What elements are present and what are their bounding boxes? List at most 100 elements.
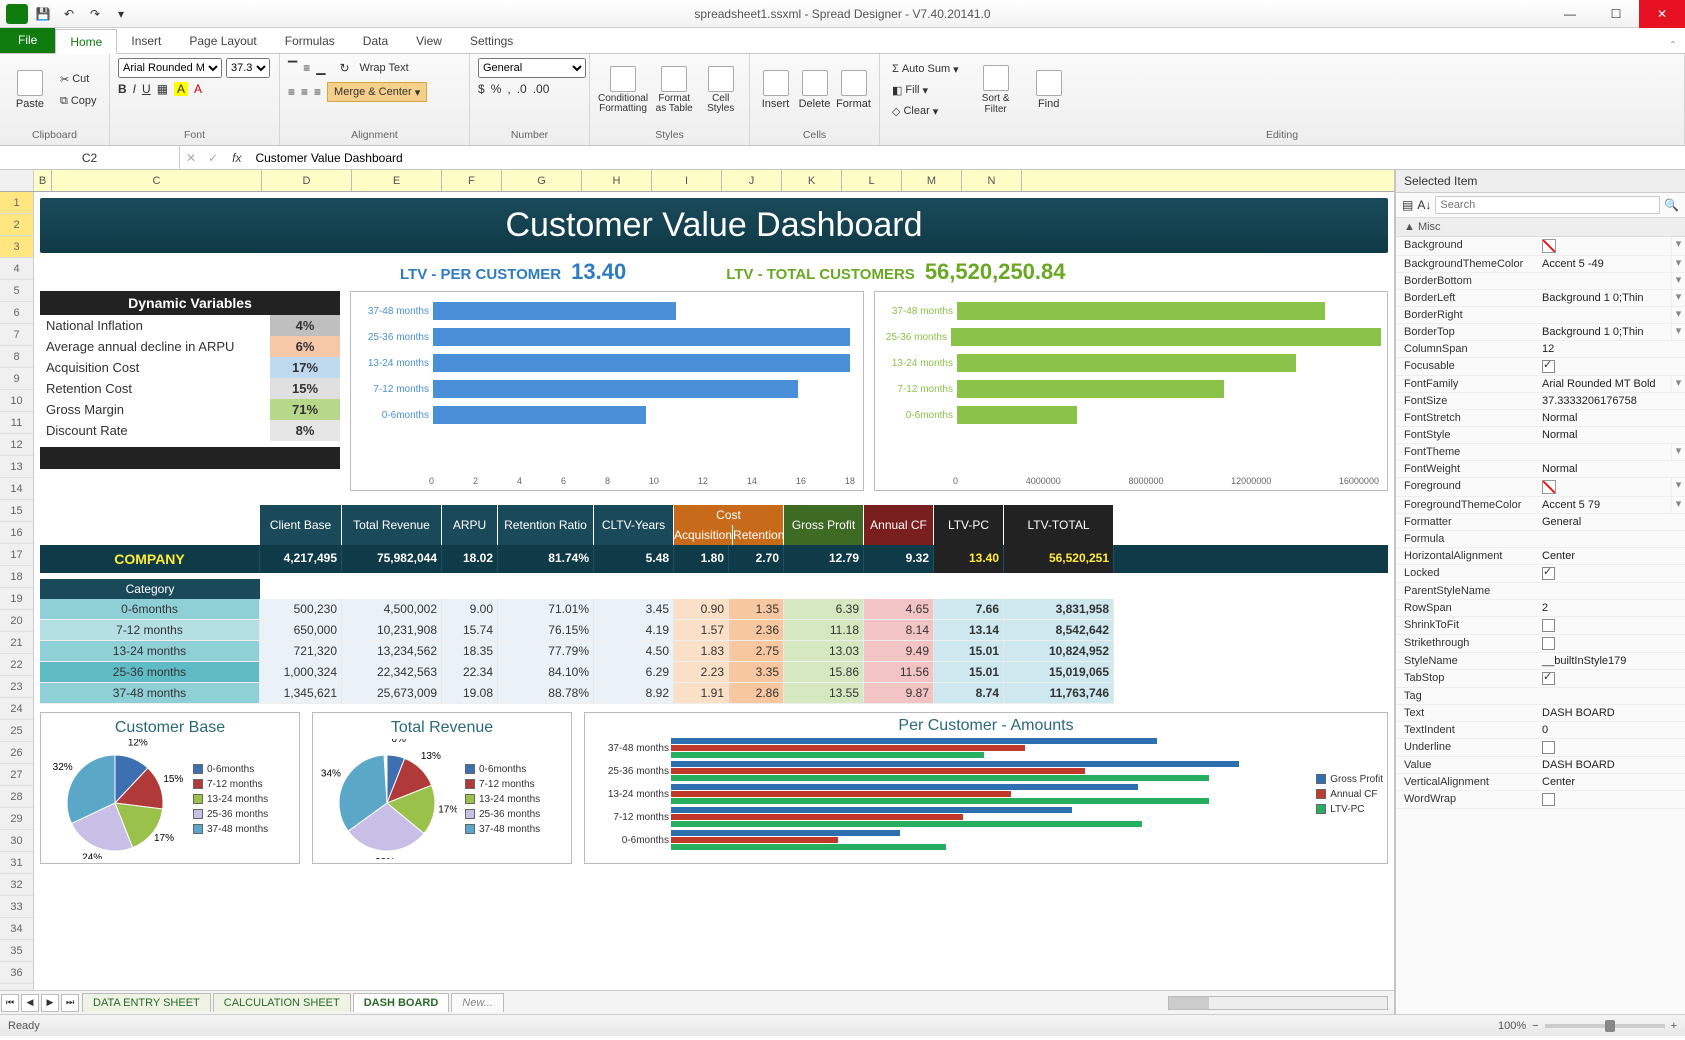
row-header-15[interactable]: 15 bbox=[0, 500, 33, 522]
font-family-combo[interactable]: Arial Rounded M bbox=[118, 58, 222, 78]
property-row[interactable]: BorderRight▾ bbox=[1396, 307, 1685, 324]
property-row[interactable]: Strikethrough bbox=[1396, 635, 1685, 653]
property-row[interactable]: Underline bbox=[1396, 739, 1685, 757]
cancel-formula-icon[interactable]: ✕ bbox=[180, 151, 202, 165]
property-row[interactable]: FontWeightNormal bbox=[1396, 461, 1685, 478]
row-header-2[interactable]: 2 bbox=[0, 214, 33, 236]
align-top-button[interactable]: ▔ bbox=[288, 61, 297, 75]
currency-button[interactable]: $ bbox=[478, 82, 485, 96]
row-header-17[interactable]: 17 bbox=[0, 544, 33, 566]
merge-center-button[interactable]: Merge & Center ▾ bbox=[327, 82, 427, 102]
row-header-36[interactable]: 36 bbox=[0, 962, 33, 984]
row-header-5[interactable]: 5 bbox=[0, 280, 33, 302]
number-format-combo[interactable]: General bbox=[478, 58, 586, 78]
property-row[interactable]: FontSize37.3333206176758 bbox=[1396, 393, 1685, 410]
property-row[interactable]: Formula bbox=[1396, 531, 1685, 548]
autosum-button[interactable]: Σ Auto Sum ▾ bbox=[888, 59, 963, 79]
align-center-button[interactable]: ≡ bbox=[301, 85, 308, 99]
maximize-button[interactable]: ☐ bbox=[1593, 0, 1639, 28]
property-row[interactable]: ValueDASH BOARD bbox=[1396, 757, 1685, 774]
property-row[interactable]: RowSpan2 bbox=[1396, 600, 1685, 617]
property-row[interactable]: FormatterGeneral bbox=[1396, 514, 1685, 531]
qat-save-icon[interactable]: 💾 bbox=[32, 4, 54, 24]
property-row[interactable]: ColumnSpan12 bbox=[1396, 341, 1685, 358]
column-header-F[interactable]: F bbox=[442, 170, 502, 191]
property-row[interactable]: TabStop bbox=[1396, 670, 1685, 688]
property-search-input[interactable] bbox=[1435, 196, 1660, 214]
fill-color-button[interactable]: A bbox=[174, 82, 188, 96]
find-button[interactable]: Find bbox=[1029, 58, 1069, 122]
property-row[interactable]: VerticalAlignmentCenter bbox=[1396, 774, 1685, 791]
row-header-14[interactable]: 14 bbox=[0, 478, 33, 500]
row-header-26[interactable]: 26 bbox=[0, 742, 33, 764]
row-header-33[interactable]: 33 bbox=[0, 896, 33, 918]
italic-button[interactable]: I bbox=[133, 82, 136, 96]
row-header-30[interactable]: 30 bbox=[0, 830, 33, 852]
row-header-31[interactable]: 31 bbox=[0, 852, 33, 874]
font-color-button[interactable]: A bbox=[194, 82, 202, 96]
insert-button[interactable]: Insert bbox=[758, 58, 793, 122]
row-header-32[interactable]: 32 bbox=[0, 874, 33, 896]
row-header-11[interactable]: 11 bbox=[0, 412, 33, 434]
zoom-out-button[interactable]: − bbox=[1532, 1020, 1538, 1032]
property-row[interactable]: Foreground▾ bbox=[1396, 478, 1685, 497]
property-row[interactable]: ShrinkToFit bbox=[1396, 617, 1685, 635]
row-header-34[interactable]: 34 bbox=[0, 918, 33, 940]
column-header-H[interactable]: H bbox=[582, 170, 652, 191]
column-header-N[interactable]: N bbox=[962, 170, 1022, 191]
tab-nav-last[interactable]: ⏭ bbox=[61, 994, 79, 1012]
property-row[interactable]: Focusable bbox=[1396, 358, 1685, 376]
new-sheet-tab[interactable]: New... bbox=[451, 993, 504, 1012]
select-all-corner[interactable] bbox=[0, 170, 34, 191]
tab-nav-prev[interactable]: ◀ bbox=[21, 994, 39, 1012]
column-header-K[interactable]: K bbox=[782, 170, 842, 191]
format-button[interactable]: Format bbox=[836, 58, 871, 122]
row-header-27[interactable]: 27 bbox=[0, 764, 33, 786]
align-right-button[interactable]: ≡ bbox=[314, 85, 321, 99]
property-row[interactable]: BorderTopBackground 1 0;Thin▾ bbox=[1396, 324, 1685, 341]
bold-button[interactable]: B bbox=[118, 82, 127, 96]
column-header-I[interactable]: I bbox=[652, 170, 722, 191]
cut-button[interactable]: ✂Cut bbox=[56, 69, 101, 89]
property-row[interactable]: ForegroundThemeColorAccent 5 79▾ bbox=[1396, 497, 1685, 514]
row-header-29[interactable]: 29 bbox=[0, 808, 33, 830]
wrap-text-button[interactable]: Wrap Text bbox=[356, 58, 413, 78]
copy-button[interactable]: ⧉Copy bbox=[56, 91, 101, 111]
align-middle-button[interactable]: ≡ bbox=[303, 61, 310, 75]
ribbon-tab-view[interactable]: View bbox=[402, 29, 456, 53]
ribbon-tab-insert[interactable]: Insert bbox=[117, 29, 175, 53]
row-header-1[interactable]: 1 bbox=[0, 192, 33, 214]
row-header-3[interactable]: 3 bbox=[0, 236, 33, 258]
column-header-L[interactable]: L bbox=[842, 170, 902, 191]
sheet-tab[interactable]: CALCULATION SHEET bbox=[213, 993, 351, 1012]
zoom-in-button[interactable]: + bbox=[1671, 1020, 1677, 1032]
decrease-decimal-button[interactable]: .00 bbox=[533, 82, 550, 96]
tab-nav-next[interactable]: ▶ bbox=[41, 994, 59, 1012]
fill-button[interactable]: ◧ Fill ▾ bbox=[888, 80, 963, 100]
row-header-9[interactable]: 9 bbox=[0, 368, 33, 390]
property-row[interactable]: Locked bbox=[1396, 565, 1685, 583]
ribbon-collapse-icon[interactable]: ˆ bbox=[1661, 39, 1685, 53]
qat-dropdown-icon[interactable]: ▾ bbox=[110, 4, 132, 24]
property-row[interactable]: ParentStyleName bbox=[1396, 583, 1685, 600]
property-row[interactable]: FontStyleNormal bbox=[1396, 427, 1685, 444]
row-header-19[interactable]: 19 bbox=[0, 588, 33, 610]
increase-decimal-button[interactable]: .0 bbox=[517, 82, 527, 96]
sheet-tab[interactable]: DATA ENTRY SHEET bbox=[82, 993, 211, 1012]
property-row[interactable]: FontStretchNormal bbox=[1396, 410, 1685, 427]
cell-styles-button[interactable]: Cell Styles bbox=[700, 58, 741, 122]
comma-button[interactable]: , bbox=[507, 82, 510, 96]
row-header-7[interactable]: 7 bbox=[0, 324, 33, 346]
property-row[interactable]: Background▾ bbox=[1396, 237, 1685, 256]
delete-button[interactable]: Delete bbox=[797, 58, 832, 122]
property-row[interactable]: FontTheme▾ bbox=[1396, 444, 1685, 461]
column-header-D[interactable]: D bbox=[262, 170, 352, 191]
align-left-button[interactable]: ≡ bbox=[288, 85, 295, 99]
property-row[interactable]: HorizontalAlignmentCenter bbox=[1396, 548, 1685, 565]
align-bottom-button[interactable]: ▁ bbox=[316, 61, 325, 75]
accept-formula-icon[interactable]: ✓ bbox=[202, 151, 224, 165]
format-as-table-button[interactable]: Format as Table bbox=[652, 58, 696, 122]
font-size-combo[interactable]: 37.3 bbox=[226, 58, 270, 78]
name-box[interactable]: C2 bbox=[0, 146, 180, 169]
row-header-8[interactable]: 8 bbox=[0, 346, 33, 368]
